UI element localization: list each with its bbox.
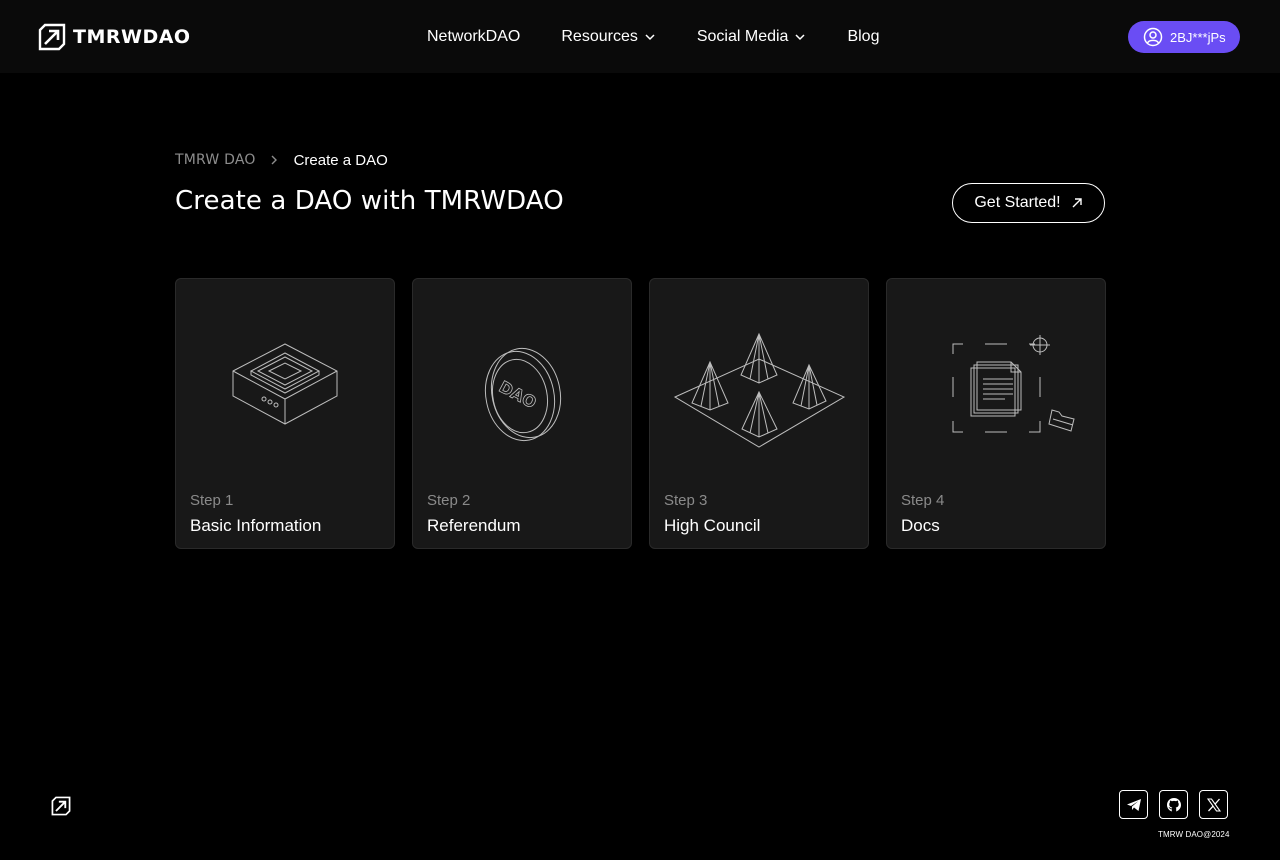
arrow-up-right-logo-icon: [38, 23, 66, 51]
github-icon: [1166, 797, 1181, 811]
nav-item-social-media[interactable]: Social Media: [697, 26, 807, 48]
chevron-down-icon: [795, 34, 805, 41]
get-started-label: Get Started!: [974, 194, 1061, 211]
step-title: Basic Information: [190, 516, 322, 535]
step-card-referendum[interactable]: DAO Step 2 Referendum: [412, 278, 632, 549]
main-nav: NetworkDAO Resources Social Media Blog: [427, 26, 879, 48]
telegram-icon: [1126, 798, 1141, 811]
x-link[interactable]: [1199, 790, 1228, 819]
wallet-address: 2BJ***jPs: [1170, 29, 1226, 45]
step-number: Step 3: [664, 492, 708, 509]
step-card-docs[interactable]: Step 4 Docs: [886, 278, 1106, 549]
wallet-account-button[interactable]: 2BJ***jPs: [1128, 21, 1240, 53]
nav-item-label: Resources: [561, 28, 638, 45]
chevron-down-icon: [645, 34, 655, 41]
arrow-up-right-logo-icon: [51, 796, 71, 816]
breadcrumb-root-link[interactable]: TMRW DAO: [175, 152, 256, 168]
nav-item-label: Blog: [847, 28, 880, 45]
chevron-right-icon: [271, 155, 277, 165]
step-card-high-council[interactable]: Step 3 High Council: [649, 278, 869, 549]
step-number: Step 1: [190, 492, 234, 509]
step-title: Docs: [901, 516, 940, 535]
nav-item-blog[interactable]: Blog: [847, 26, 879, 48]
pyramids-platform-illustration: [673, 332, 846, 448]
copyright-text: TMRW DAO@2024: [1158, 830, 1230, 839]
coin-dao-text: DAO: [496, 377, 540, 412]
user-avatar-icon: [1143, 27, 1163, 47]
nav-item-label: Social Media: [696, 28, 789, 45]
telegram-link[interactable]: [1119, 790, 1148, 819]
nav-item-networkdao[interactable]: NetworkDAO: [427, 26, 520, 48]
brand-name: TMRWDAO: [73, 26, 191, 48]
nav-item-label: NetworkDAO: [427, 28, 521, 45]
step-number: Step 4: [901, 492, 945, 509]
step-card-basic-information[interactable]: Step 1 Basic Information: [175, 278, 395, 549]
brand-logo[interactable]: TMRWDAO: [38, 23, 191, 51]
nav-item-resources[interactable]: Resources: [561, 26, 655, 48]
breadcrumb: TMRW DAO Create a DAO: [175, 150, 388, 170]
social-links: [1119, 790, 1228, 819]
step-title: High Council: [664, 516, 761, 535]
get-started-button[interactable]: Get Started!: [952, 183, 1105, 223]
x-icon: [1206, 797, 1221, 812]
top-header: TMRWDAO NetworkDAO Resources Social Medi…: [0, 0, 1280, 73]
step-title: Referendum: [427, 516, 521, 535]
page-title: Create a DAO with TMRWDAO: [175, 186, 564, 216]
breadcrumb-current: Create a DAO: [293, 151, 388, 169]
dao-coin-illustration: DAO: [484, 347, 562, 442]
github-link[interactable]: [1159, 790, 1188, 819]
documents-illustration: [952, 335, 1075, 433]
device-box-illustration: [232, 343, 338, 425]
arrow-up-right-icon: [1072, 198, 1082, 208]
step-number: Step 2: [427, 492, 471, 509]
